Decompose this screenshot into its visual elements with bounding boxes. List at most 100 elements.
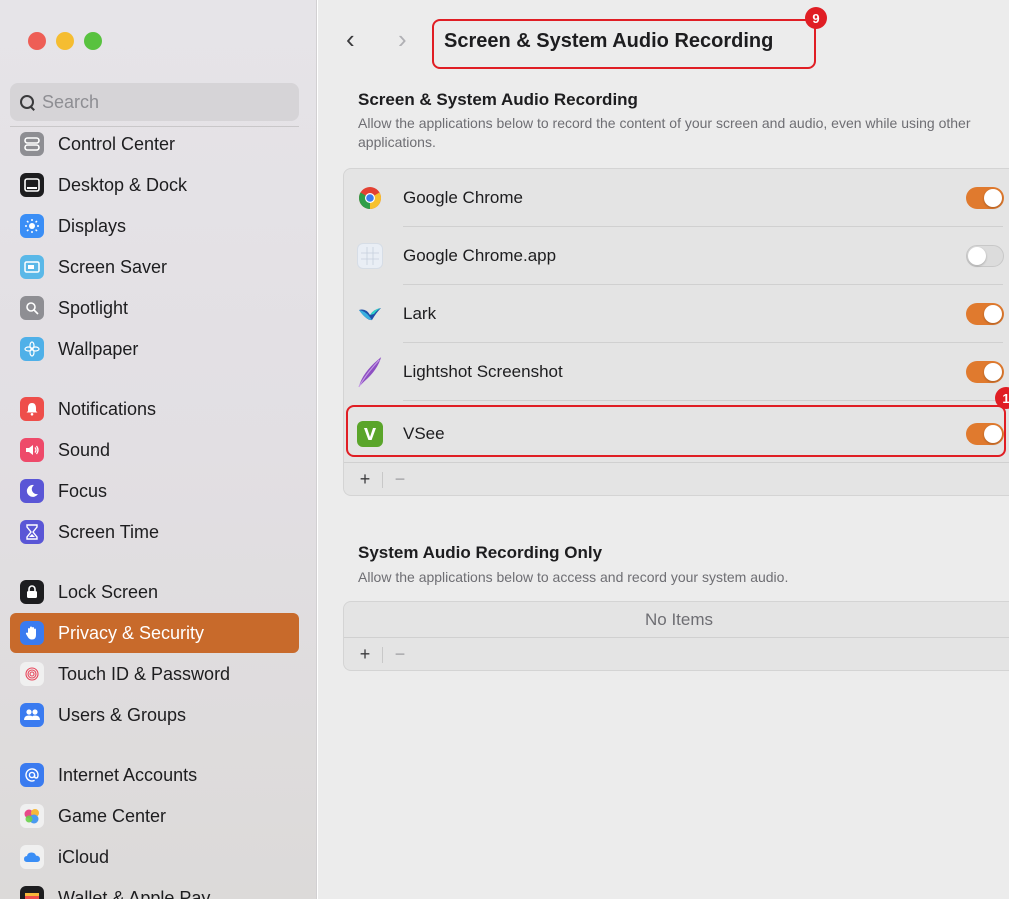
system-settings-window: Control Center Desktop & Dock Displays S… [0, 0, 1009, 899]
sidebar-item-wallpaper[interactable]: Wallpaper [10, 329, 299, 369]
section-description-screen-recording: Allow the applications below to record t… [358, 115, 971, 150]
section-description-audio-only: Allow the applications below to access a… [358, 569, 789, 585]
toggle-knob [984, 363, 1002, 381]
sidebar-item-desktop-dock[interactable]: Desktop & Dock [10, 165, 299, 205]
sidebar-item-screen-saver[interactable]: Screen Saver [10, 247, 299, 287]
controls-divider [382, 471, 383, 488]
toggle-knob [984, 305, 1002, 323]
sidebar-item-label: Spotlight [58, 297, 129, 318]
spotlight-icon [20, 296, 44, 320]
sidebar-item-label: iCloud [58, 846, 110, 867]
toolbar: ‹ › Screen & System Audio Recording 9 [318, 0, 1009, 76]
sidebar-item-focus[interactable]: Focus [10, 471, 299, 511]
wallpaper-icon [20, 337, 44, 361]
window-controls [28, 32, 102, 50]
section-title-audio-only: System Audio Recording Only [358, 543, 603, 562]
sidebar-item-lock-screen[interactable]: Lock Screen [10, 572, 299, 612]
list-item: Google Chrome [344, 169, 1009, 227]
internet-accounts-at-icon [20, 763, 44, 787]
lightshot-toggle[interactable] [966, 361, 1004, 383]
notifications-icon [20, 397, 44, 421]
sidebar-item-label: Screen Time [58, 521, 160, 542]
add-app-button[interactable]: + [354, 644, 376, 665]
list-item: Lark [344, 285, 1009, 343]
users-groups-icon [20, 703, 44, 727]
sidebar-item-icloud[interactable]: iCloud [10, 837, 299, 877]
sidebar-item-label: Users & Groups [58, 704, 187, 725]
desktop-dock-icon [20, 173, 44, 197]
minimize-window-button[interactable] [56, 32, 74, 50]
list-item: Google Chrome.app [344, 227, 1009, 285]
search-input[interactable] [42, 91, 282, 113]
main-pane: ‹ › Screen & System Audio Recording 9 Sc… [318, 0, 1009, 899]
screen-saver-icon [20, 255, 44, 279]
sidebar-item-label: Internet Accounts [58, 764, 198, 785]
section-title-screen-recording: Screen & System Audio Recording [358, 90, 638, 109]
search-icon [20, 95, 34, 109]
sound-icon [20, 438, 44, 462]
chrome-icon [357, 185, 383, 211]
list-controls: + − [344, 462, 1009, 496]
close-window-button[interactable] [28, 32, 46, 50]
sidebar-item-control-center[interactable]: Control Center [10, 124, 299, 164]
sidebar-item-label: Touch ID & Password [58, 663, 231, 684]
lock-screen-icon [20, 580, 44, 604]
sidebar-item-label: Wallpaper [58, 338, 139, 359]
sidebar-item-label: Sound [58, 439, 111, 460]
toggle-knob [968, 247, 986, 265]
sidebar-item-label: Desktop & Dock [58, 174, 188, 195]
sidebar-item-wallet[interactable]: Wallet & Apple Pay [10, 878, 299, 899]
app-name: Lightshot Screenshot [403, 362, 563, 381]
sidebar-item-privacy-security[interactable]: Privacy & Security [10, 613, 299, 653]
zoom-window-button[interactable] [84, 32, 102, 50]
sidebar-item-screen-time[interactable]: Screen Time [10, 512, 299, 552]
sidebar-item-label: Screen Saver [58, 256, 168, 277]
icloud-icon [20, 845, 44, 869]
sidebar-item-displays[interactable]: Displays [10, 206, 299, 246]
displays-icon [20, 214, 44, 238]
touch-id-fingerprint-icon [20, 662, 44, 686]
sidebar-item-label: Notifications [58, 398, 157, 419]
sidebar-item-sound[interactable]: Sound [10, 430, 299, 470]
lark-icon [357, 301, 383, 327]
focus-moon-icon [20, 479, 44, 503]
annotation-badge-title: 9 [805, 7, 827, 29]
sidebar-item-touch-id[interactable]: Touch ID & Password [10, 654, 299, 694]
annotation-highlight-vsee [346, 405, 1006, 457]
sidebar-item-users-groups[interactable]: Users & Groups [10, 695, 299, 735]
generic-app-icon [357, 243, 383, 269]
remove-app-button[interactable]: − [389, 469, 411, 490]
sidebar-item-spotlight[interactable]: Spotlight [10, 288, 299, 328]
list-controls: + − [344, 637, 1009, 671]
screen-time-hourglass-icon [20, 520, 44, 544]
google-chrome-app-toggle[interactable] [966, 245, 1004, 267]
remove-app-button[interactable]: − [389, 644, 411, 665]
wallet-icon [20, 886, 44, 899]
list-item: Lightshot Screenshot [344, 343, 1009, 401]
google-chrome-toggle[interactable] [966, 187, 1004, 209]
app-name: Lark [403, 304, 437, 323]
sidebar-item-label: Wallet & Apple Pay [58, 887, 211, 899]
lark-toggle[interactable] [966, 303, 1004, 325]
back-button[interactable]: ‹ [346, 24, 355, 55]
sidebar-item-label: Displays [58, 215, 127, 236]
sidebar-item-notifications[interactable]: Notifications [10, 389, 299, 429]
empty-list-message: No Items [644, 610, 714, 629]
row-divider [403, 400, 1003, 401]
app-list-audio-only: No Items + − [343, 601, 1009, 671]
app-name: Google Chrome.app [403, 246, 557, 265]
sidebar-item-label: Game Center [58, 805, 167, 826]
sidebar-item-label: Focus [58, 480, 108, 501]
lightshot-feather-icon [357, 353, 383, 391]
sidebar-item-game-center[interactable]: Game Center [10, 796, 299, 836]
app-name: Google Chrome [403, 188, 524, 207]
add-app-button[interactable]: + [354, 469, 376, 490]
control-center-icon [20, 132, 44, 156]
forward-button[interactable]: › [398, 24, 407, 55]
sidebar: Control Center Desktop & Dock Displays S… [0, 0, 317, 899]
sidebar-item-label: Control Center [58, 133, 176, 154]
sidebar-item-label: Privacy & Security [58, 622, 205, 643]
toggle-knob [984, 189, 1002, 207]
search-field[interactable] [10, 83, 299, 121]
sidebar-item-internet-accounts[interactable]: Internet Accounts [10, 755, 299, 795]
